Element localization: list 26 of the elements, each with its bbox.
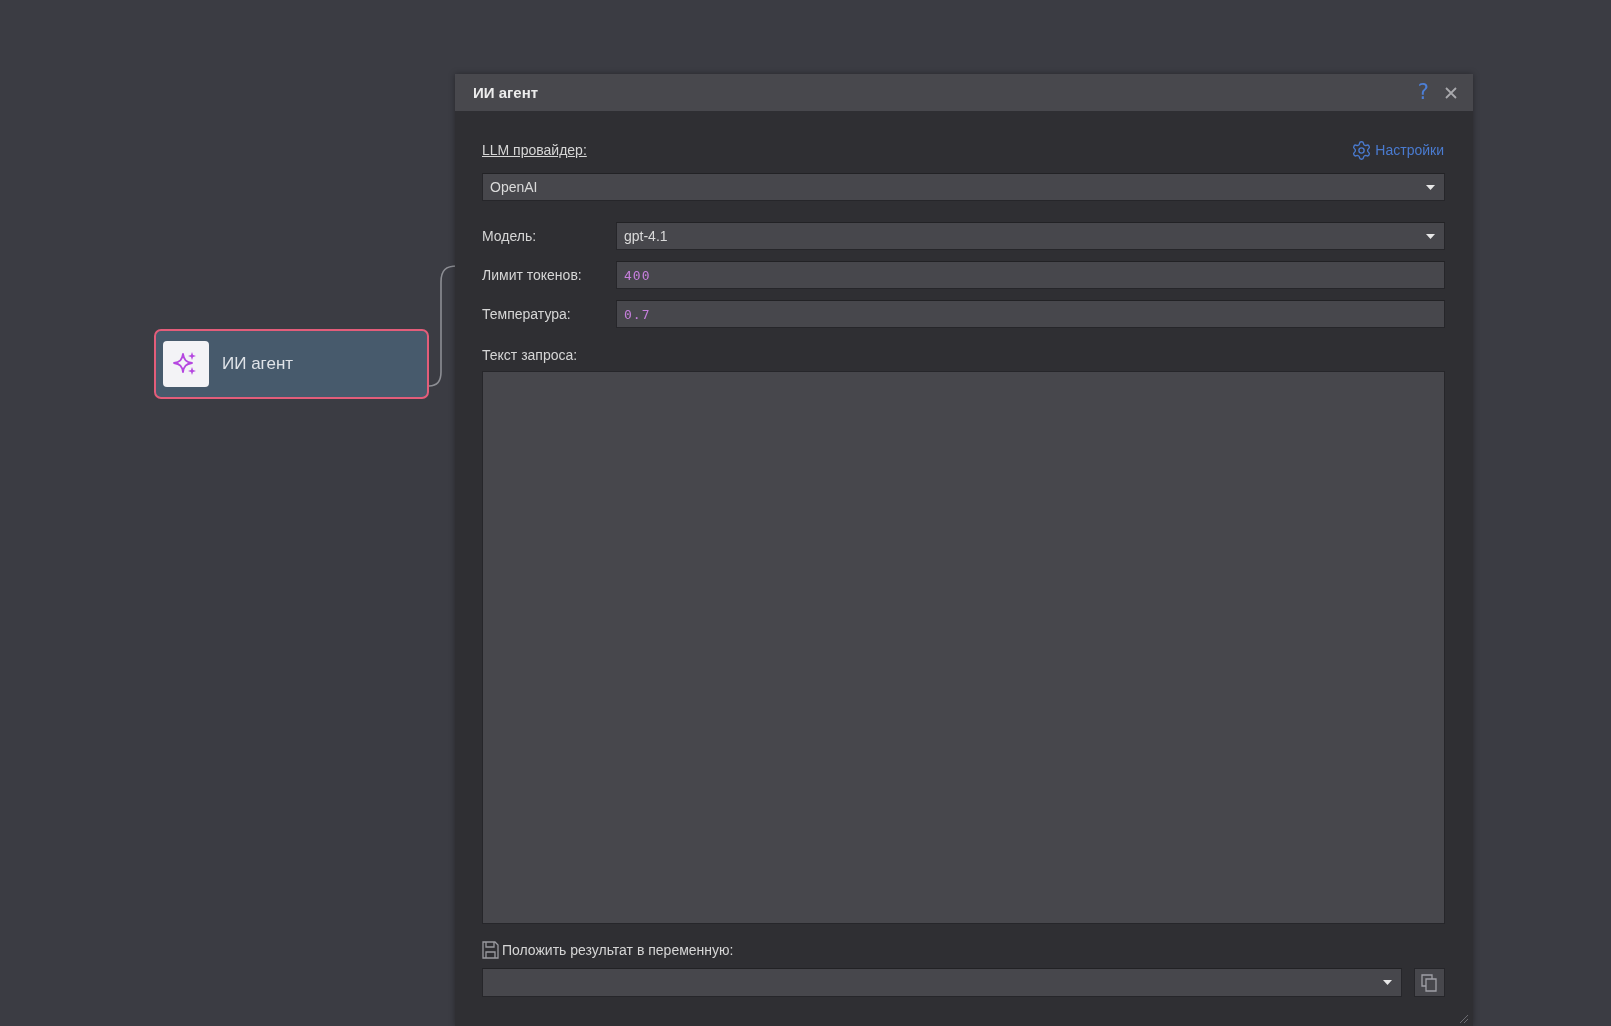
- field-label: Лимит токенов:: [482, 267, 583, 283]
- dialog-title: ИИ агент: [473, 84, 540, 101]
- copy-icon: [1421, 973, 1438, 992]
- settings-link[interactable]: Настройки: [1351, 139, 1444, 161]
- variable-dropdown[interactable]: [482, 968, 1402, 997]
- provider-dropdown[interactable]: OpenAI: [482, 173, 1445, 201]
- node-title: ИИ агент: [222, 354, 294, 374]
- sparkle-icon: [163, 341, 209, 387]
- input-field[interactable]: 400: [616, 261, 1445, 289]
- save-icon: [482, 941, 499, 959]
- copy-button[interactable]: [1414, 968, 1445, 997]
- field-label: Модель:: [482, 228, 538, 244]
- field-label: Температура:: [482, 306, 572, 322]
- input-field[interactable]: 0.7: [616, 300, 1445, 328]
- prompt-label: Текст запроса:: [482, 347, 578, 363]
- resize-grip-icon[interactable]: [1459, 1014, 1469, 1024]
- ai-agent-node[interactable]: ИИ агент: [154, 329, 429, 399]
- provider-label: LLM провайдер:: [482, 142, 587, 158]
- model-dropdown[interactable]: gpt-4.1: [616, 222, 1445, 250]
- caret-icon: [1426, 184, 1435, 190]
- caret-icon: [1426, 233, 1435, 239]
- help-button[interactable]: ?: [1415, 82, 1431, 103]
- result-label: Положить результат в переменную:: [502, 942, 734, 958]
- caret-icon: [1383, 980, 1392, 985]
- close-icon[interactable]: [1445, 86, 1457, 99]
- settings-icon: [1351, 139, 1373, 161]
